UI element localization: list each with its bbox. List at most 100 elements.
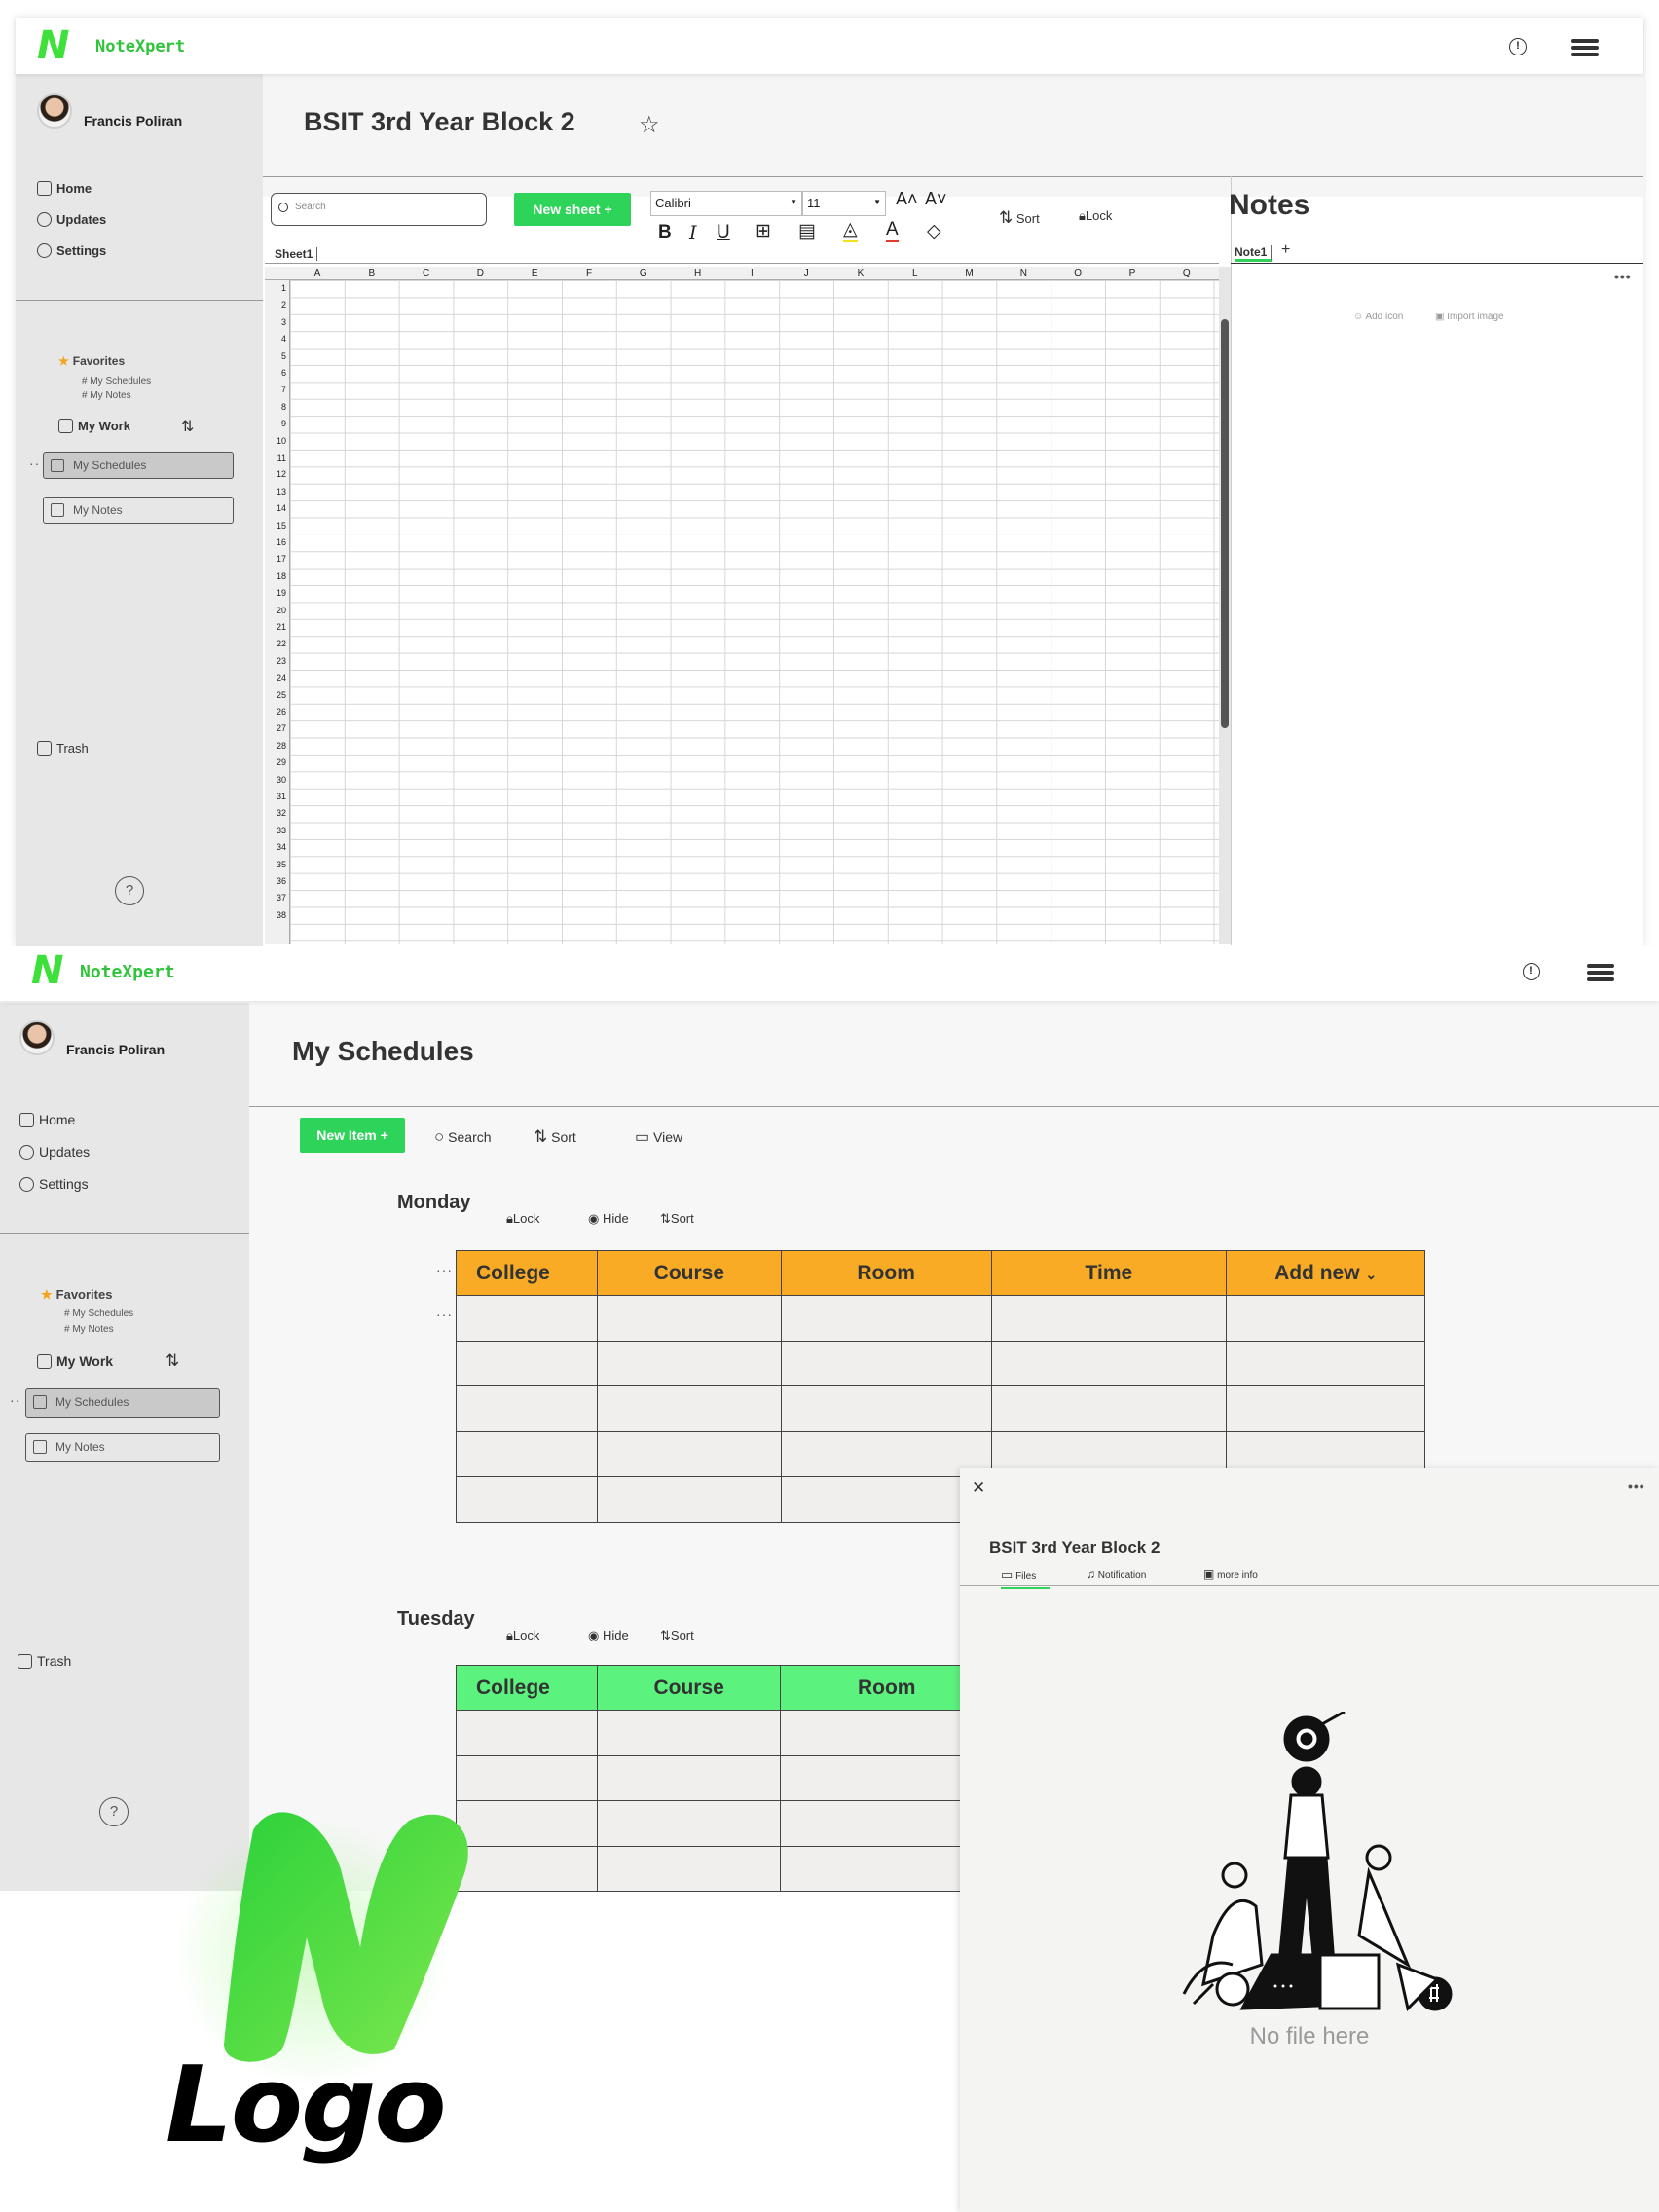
format-icon[interactable]: ▤ [798,220,816,242]
column-header[interactable]: Time [991,1250,1228,1296]
favorite-item[interactable]: # My Schedules [82,376,151,387]
table-cell[interactable] [596,1754,782,1801]
sort-button[interactable]: ⇅Sort [660,1628,694,1643]
table-row[interactable] [456,1385,1425,1432]
favorite-item[interactable]: # My Notes [64,1324,114,1335]
sidebar-item-updates[interactable]: Updates [37,212,106,227]
table-cell[interactable] [596,1800,782,1847]
table-cell[interactable] [596,1340,782,1386]
table-cell[interactable] [456,1295,598,1342]
favorite-item[interactable]: # My Notes [82,390,131,401]
sort-icon[interactable]: ⇅ [166,1351,179,1371]
brand-name[interactable]: NoteXpert [80,962,175,982]
table-cell[interactable] [1226,1340,1425,1386]
row-header[interactable]: 15 [265,521,286,531]
column-header[interactable]: C [399,268,454,278]
info-icon[interactable]: ! [1523,963,1540,980]
row-header[interactable]: 16 [265,537,286,547]
table-cell[interactable] [780,1385,992,1432]
hide-button[interactable]: ◉ Hide [588,1211,629,1227]
help-icon[interactable]: ? [99,1797,129,1826]
import-image-button[interactable]: ▣ Import image [1435,312,1504,322]
table-cell[interactable] [780,1295,992,1342]
add-icon-button[interactable]: ☺ Add icon [1353,312,1403,322]
close-icon[interactable]: ✕ [972,1478,985,1497]
sidebar-item-home[interactable]: Home [19,1112,75,1127]
row-header[interactable]: 9 [265,419,286,428]
table-cell[interactable] [596,1476,782,1523]
add-note-icon[interactable]: + [1281,241,1290,259]
row-header[interactable]: 17 [265,554,286,564]
lock-button[interactable]: 🔒︎Lock [1079,208,1112,224]
underline-icon[interactable]: U [717,222,730,243]
hide-button[interactable]: ◉ Hide [588,1628,629,1643]
row-header[interactable]: 32 [265,808,286,818]
brand-logo-icon[interactable]: N [37,23,69,68]
column-header[interactable]: J [779,268,833,278]
column-header[interactable]: I [724,268,779,278]
lock-button[interactable]: 🔒︎Lock [506,1628,539,1643]
table-cell[interactable] [456,1385,598,1432]
sort-button[interactable]: ⇅Sort [660,1211,694,1227]
table-cell[interactable] [596,1430,782,1477]
table-cell[interactable] [596,1710,782,1756]
table-cell[interactable] [1226,1295,1425,1342]
sidebar-item-my-notes[interactable]: My Notes [43,497,234,524]
row-header[interactable]: 14 [265,503,286,513]
sidebar-item-updates[interactable]: Updates [19,1144,90,1160]
row-header[interactable]: 12 [265,469,286,479]
table-cell[interactable] [456,1430,598,1477]
column-header[interactable]: College [456,1250,598,1296]
sidebar-item-settings[interactable]: Settings [37,243,106,258]
row-header[interactable]: 11 [265,453,286,462]
view-button[interactable]: ▭ View [635,1127,682,1147]
column-header[interactable]: O [1051,268,1105,278]
table-row[interactable] [456,1845,993,1892]
borders-icon[interactable]: ⊞ [756,220,771,242]
more-icon[interactable]: ··· [436,1307,453,1322]
favorites-header[interactable]: ★ Favorites [58,354,125,368]
fill-color-icon[interactable]: ◬ [843,220,858,242]
table-cell[interactable] [456,1710,598,1756]
more-icon[interactable]: ·· [29,456,40,471]
sidebar-item-home[interactable]: Home [37,181,92,196]
tab-note1[interactable]: Note1 [1235,245,1272,262]
font-family-select[interactable]: Calibri ▼ [650,191,802,216]
row-header[interactable]: 26 [265,707,286,717]
search-button[interactable]: ○ Search [434,1127,492,1147]
row-header[interactable]: 7 [265,385,286,394]
column-header[interactable]: F [562,268,616,278]
table-cell[interactable] [596,1385,782,1432]
column-header[interactable]: Q [1160,268,1214,278]
row-header[interactable]: 4 [265,334,286,344]
scrollbar-thumb[interactable] [1221,319,1229,728]
help-icon[interactable]: ? [115,876,144,905]
column-header[interactable]: D [453,268,507,278]
lock-button[interactable]: 🔒︎Lock [506,1211,539,1227]
column-header[interactable]: K [833,268,888,278]
row-header[interactable]: 2 [265,300,286,310]
more-icon[interactable]: ··· [436,1262,453,1277]
row-header[interactable]: 19 [265,588,286,598]
column-header[interactable]: L [888,268,942,278]
table-cell[interactable] [990,1295,1228,1342]
sidebar-item-settings[interactable]: Settings [19,1176,89,1192]
column-header[interactable]: College [456,1665,598,1711]
column-header[interactable]: N [996,268,1051,278]
table-cell[interactable] [780,1340,992,1386]
column-header[interactable]: G [616,268,671,278]
row-header[interactable]: 23 [265,656,286,666]
spreadsheet-grid[interactable]: ABCDEFGHIJKLMNOPQ 1 2 3 4 5 6 7 8 9 10 11 12 13 14 15 1… [265,267,1219,944]
sort-button[interactable]: ⇅ Sort [999,208,1040,228]
new-item-button[interactable]: New Item + [300,1118,405,1153]
row-header[interactable]: 24 [265,673,286,682]
column-header[interactable]: Course [597,1250,782,1296]
eraser-icon[interactable]: ◇ [927,220,941,242]
more-icon[interactable]: ••• [1628,1478,1645,1493]
column-header[interactable]: E [507,268,562,278]
favorites-header[interactable]: ★ Favorites [41,1287,112,1303]
avatar[interactable] [19,1020,55,1055]
column-header[interactable]: P [1105,268,1160,278]
table-row[interactable] [456,1340,1425,1386]
add-new-column-button[interactable]: Add new ⌄ [1226,1250,1425,1296]
